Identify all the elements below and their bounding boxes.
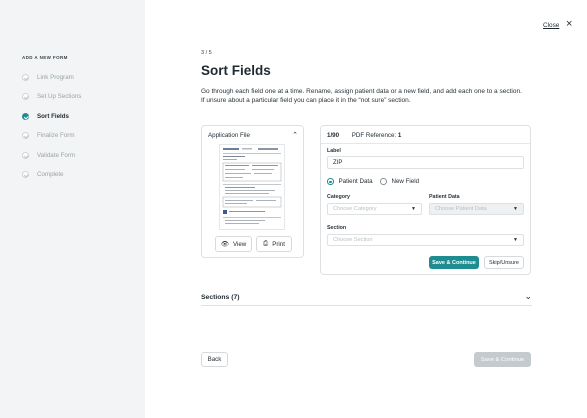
label-input[interactable]: ZIP: [327, 156, 524, 169]
field-card-header: 1/90 PDF Reference: 1: [327, 132, 401, 139]
application-file-title: Application File: [208, 132, 250, 139]
category-select[interactable]: Choose Category ▼: [327, 203, 422, 215]
field-form-card: 1/90 PDF Reference: 1 Label ZIP Patient …: [320, 125, 531, 275]
pdf-reference-label: PDF Reference:: [351, 132, 397, 139]
step-counter: 3 / 5: [201, 50, 212, 56]
step-link-program[interactable]: Link Program: [22, 72, 74, 82]
step-check-icon: [22, 131, 29, 139]
step-check-icon: [22, 73, 29, 81]
save-continue-footer-button[interactable]: Save & Continue: [474, 352, 531, 367]
chevron-up-icon[interactable]: ⌃: [292, 131, 298, 139]
printer-icon: ⎙: [263, 240, 269, 247]
caret-down-icon: ▼: [513, 237, 518, 243]
label-field-label: Label: [327, 148, 341, 154]
radio-patient-data[interactable]: Patient Data: [327, 178, 373, 185]
patient-data-label: Patient Data: [429, 194, 460, 200]
print-label: Print: [272, 240, 285, 248]
caret-down-icon: ▼: [513, 206, 518, 212]
sidebar-title: ADD A NEW FORM: [22, 55, 68, 60]
patient-data-select[interactable]: Choose Patient Data ▼: [429, 203, 524, 215]
label-input-value: ZIP: [333, 159, 343, 166]
view-button[interactable]: 👁 View: [215, 236, 252, 252]
section-select[interactable]: Choose Section ▼: [327, 234, 524, 246]
step-check-icon: [22, 112, 29, 120]
instructions: Go through each field one at a time. Ren…: [201, 88, 522, 105]
back-button[interactable]: Back: [201, 352, 228, 367]
sections-accordion[interactable]: Sections (7) ⌄: [201, 289, 532, 306]
close-link[interactable]: Close: [543, 22, 559, 29]
sections-label: Sections (7): [201, 294, 240, 301]
step-validate-form[interactable]: Validate Form: [22, 150, 75, 160]
page-title: Sort Fields: [201, 63, 271, 78]
radio-new-field-label: New Field: [391, 178, 420, 185]
field-counter: 1/90: [327, 132, 340, 139]
step-label: Sort Fields: [37, 112, 69, 120]
chevron-down-icon[interactable]: ⌄: [524, 291, 532, 302]
step-label: Validate Form: [37, 151, 76, 159]
step-set-up-sections[interactable]: Set Up Sections: [22, 91, 81, 101]
category-placeholder: Choose Category: [333, 206, 377, 212]
radio-patient-data-label: Patient Data: [338, 178, 373, 185]
skip-unsure-button[interactable]: Skip/Unsure: [484, 256, 524, 269]
step-label: Set Up Sections: [37, 92, 82, 100]
document-thumbnail[interactable]: [219, 144, 285, 230]
step-sort-fields[interactable]: Sort Fields: [22, 111, 69, 121]
sidebar: ADD A NEW FORM Link Program Set Up Secti…: [0, 0, 145, 418]
radio-selected-icon: [327, 178, 334, 185]
step-label: Finalize Form: [37, 131, 75, 139]
step-finalize-form[interactable]: Finalize Form: [22, 130, 74, 140]
view-label: View: [232, 240, 247, 248]
save-continue-button[interactable]: Save & Continue: [429, 256, 479, 269]
patient-data-placeholder: Choose Patient Data: [435, 206, 487, 212]
application-file-card: Application File ⌃ 👁 View ⎙ Print: [201, 125, 304, 258]
step-check-icon: [22, 92, 29, 100]
section-label: Section: [327, 225, 347, 231]
step-check-icon: [22, 170, 29, 178]
pdf-reference-value: 1: [397, 132, 402, 139]
radio-new-field[interactable]: New Field: [380, 178, 419, 185]
eye-icon: 👁: [220, 241, 229, 248]
close-icon[interactable]: ×: [566, 19, 572, 30]
section-placeholder: Choose Section: [333, 237, 373, 243]
document-preview-icon: [222, 148, 282, 224]
divider: [321, 143, 530, 144]
category-label: Category: [327, 194, 350, 200]
radio-unselected-icon: [380, 178, 387, 185]
step-check-icon: [22, 151, 29, 159]
step-complete[interactable]: Complete: [22, 169, 63, 179]
step-label: Link Program: [37, 73, 74, 81]
print-button[interactable]: ⎙ Print: [256, 236, 292, 252]
caret-down-icon: ▼: [411, 206, 416, 212]
step-label: Complete: [37, 170, 64, 178]
